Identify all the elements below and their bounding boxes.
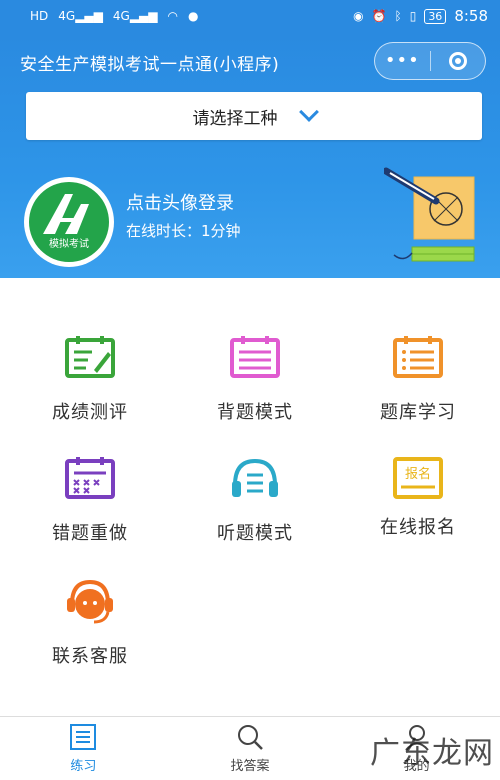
practice-icon bbox=[70, 724, 97, 750]
report-card-icon bbox=[64, 334, 116, 380]
bottom-tab-bar: 练习 找答案 我的 广东龙网 bbox=[0, 716, 500, 780]
study-illustration bbox=[382, 167, 484, 271]
avatar-logo: 模拟考试 bbox=[29, 182, 109, 262]
pencil-paper-icon bbox=[382, 167, 475, 262]
target-icon bbox=[448, 52, 467, 70]
wrong-answers-icon bbox=[64, 455, 116, 501]
watermark: 广东龙网 bbox=[370, 736, 494, 771]
alarm-icon: ⏰ bbox=[371, 9, 387, 23]
tab-label: 练习 bbox=[70, 759, 97, 774]
network-label-1: 4G bbox=[58, 9, 76, 23]
notebook-icon bbox=[229, 334, 281, 380]
avatar[interactable]: 模拟考试 bbox=[24, 177, 114, 267]
job-type-select-label: 请选择工种 bbox=[192, 108, 278, 129]
menu-label: 在线报名 bbox=[380, 517, 456, 538]
hd-label: HD bbox=[30, 9, 49, 23]
signal-icon: 4G▂▄▆ bbox=[58, 9, 103, 23]
status-left: HD 4G▂▄▆ 4G▂▄▆ ◠ ● bbox=[30, 9, 353, 23]
menu-item-online-register[interactable]: 报名 在线报名 bbox=[338, 455, 498, 539]
battery-icon: 36 bbox=[424, 8, 447, 24]
menu-label: 联系客服 bbox=[52, 646, 128, 667]
network-label-2: 4G bbox=[112, 9, 130, 23]
message-icon: ● bbox=[188, 9, 199, 23]
status-bar: HD 4G▂▄▆ 4G▂▄▆ ◠ ● ◉ ⏰ ᛒ ▯ 36 8:58 bbox=[0, 0, 500, 32]
more-button[interactable]: ••• bbox=[375, 52, 430, 70]
vibrate-icon: ▯ bbox=[409, 9, 417, 23]
menu-item-question-bank[interactable]: 题库学习 bbox=[338, 334, 498, 424]
headphones-icon bbox=[229, 455, 281, 501]
menu-label: 成绩测评 bbox=[52, 402, 128, 423]
signal-icon-2: 4G▂▄▆ bbox=[112, 9, 158, 23]
status-right: ◉ ⏰ ᛒ ▯ 36 8:58 bbox=[353, 7, 488, 25]
menu-label: 背题模式 bbox=[217, 402, 293, 423]
tab-find-answer[interactable]: 找答案 bbox=[167, 717, 334, 780]
header-area: 安全生产模拟考试一点通(小程序) ••• 请选择工种 模拟考试 点击头像登录 在… bbox=[0, 32, 500, 278]
page-title: 安全生产模拟考试一点通(小程序) bbox=[20, 55, 280, 75]
menu-item-listen-mode[interactable]: 听题模式 bbox=[175, 455, 335, 545]
register-icon-text: 报名 bbox=[405, 466, 431, 482]
mini-program-capsule: ••• bbox=[374, 42, 486, 80]
search-icon bbox=[238, 725, 263, 750]
mountain-logo-icon bbox=[43, 194, 89, 234]
menu-label: 错题重做 bbox=[52, 523, 128, 544]
job-type-select[interactable]: 请选择工种 bbox=[26, 92, 482, 140]
tab-practice[interactable]: 练习 bbox=[0, 717, 167, 780]
register-icon: 报名 bbox=[392, 455, 444, 501]
menu-item-redo-wrong[interactable]: 错题重做 bbox=[10, 455, 170, 545]
question-bank-icon bbox=[392, 334, 444, 380]
customer-service-icon bbox=[64, 578, 116, 624]
login-prompt[interactable]: 点击头像登录 bbox=[126, 189, 234, 215]
menu-label: 题库学习 bbox=[380, 402, 456, 423]
menu-item-memorize-mode[interactable]: 背题模式 bbox=[175, 334, 335, 424]
chevron-down-icon bbox=[298, 102, 319, 122]
menu-label: 听题模式 bbox=[217, 523, 293, 544]
bluetooth-icon: ᛒ bbox=[394, 9, 402, 23]
tab-label: 找答案 bbox=[230, 759, 270, 774]
clock: 8:58 bbox=[454, 7, 488, 25]
avatar-label: 模拟考试 bbox=[49, 239, 89, 250]
online-time: 在线时长：1分钟 bbox=[126, 222, 241, 240]
close-button[interactable] bbox=[430, 52, 485, 70]
menu-item-score-test[interactable]: 成绩测评 bbox=[10, 334, 170, 424]
wifi-icon: ◠ bbox=[167, 9, 178, 23]
eye-icon: ◉ bbox=[353, 9, 364, 23]
menu-item-customer-service[interactable]: 联系客服 bbox=[10, 578, 170, 668]
